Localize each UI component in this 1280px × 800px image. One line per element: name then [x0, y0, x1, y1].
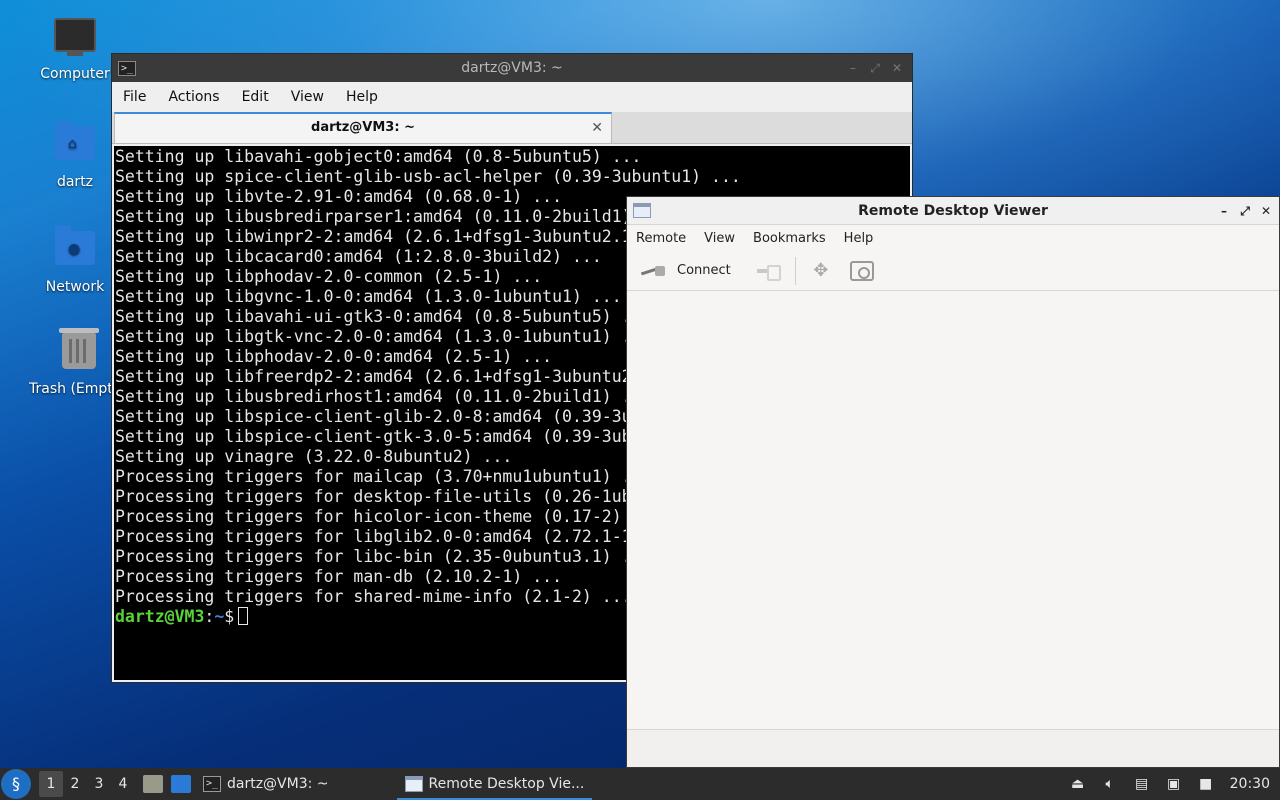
desktop-icon-label: dartz [56, 174, 94, 190]
network-folder-icon: ● [53, 226, 97, 273]
task-terminal[interactable]: >_ dartz@VM3: ~ [195, 768, 337, 800]
desktop-icon-label: Computer [40, 66, 110, 82]
menu-file[interactable]: File [112, 89, 157, 105]
desktop-icon-network[interactable]: ● Network [27, 226, 123, 295]
menu-edit[interactable]: Edit [231, 89, 280, 105]
menu-view[interactable]: View [695, 231, 744, 246]
status-bar [627, 729, 1279, 767]
system-tray: ⏏ 🔈︎ ▤ ▣ ■ 20:30 [1062, 768, 1280, 800]
maximize-button[interactable]: ⤢ [1236, 202, 1254, 220]
terminal-icon: >_ [118, 60, 136, 76]
camera-icon [849, 260, 874, 281]
move-arrows-icon: ✥ [813, 259, 829, 281]
menu-remote[interactable]: Remote [627, 231, 695, 246]
trash-icon [57, 328, 101, 375]
rdv-toolbar: Connect ✥ [627, 251, 1279, 291]
disconnect-icon [755, 263, 781, 281]
close-button[interactable]: ✕ [1257, 202, 1275, 220]
connect-label: Connect [677, 263, 731, 278]
close-button[interactable]: ✕ [888, 59, 906, 77]
window-title: Remote Desktop Viewer [858, 202, 1048, 219]
workspace-1[interactable]: 1 [39, 771, 63, 797]
eject-icon[interactable]: ⏏ [1068, 776, 1088, 792]
terminal-tabbar: dartz@VM3: ~ ✕ [112, 112, 912, 144]
home-folder-icon: ⌂ [53, 121, 97, 168]
disconnect-button[interactable] [751, 255, 785, 287]
screenshot-button[interactable] [846, 255, 878, 287]
window-title: dartz@VM3: ~ [461, 60, 563, 76]
toolbar-separator [794, 256, 796, 285]
desktop-icon-label: Network [45, 279, 105, 295]
remote-desktop-viewer-window: Remote Desktop Viewer – ⤢ ✕ Remote View … [626, 196, 1280, 768]
show-desktop-icon[interactable] [171, 775, 191, 793]
minimize-button[interactable]: – [844, 59, 862, 77]
task-remote-desktop-viewer[interactable]: Remote Desktop Vie... [396, 768, 593, 800]
menu-view[interactable]: View [280, 89, 335, 105]
window-app-icon [633, 203, 651, 218]
start-menu-button[interactable]: § [1, 769, 31, 799]
workspace-3[interactable]: 3 [87, 771, 111, 797]
desktop-icon-home[interactable]: ⌂ dartz [27, 121, 123, 190]
file-manager-icon[interactable] [143, 775, 163, 793]
task-label: dartz@VM3: ~ [227, 776, 329, 792]
plug-icon [641, 264, 667, 278]
workspace-4[interactable]: 4 [111, 771, 135, 797]
fullscreen-button[interactable]: ✥ [806, 255, 836, 287]
desktop-icon-label: Trash (Empty) [29, 381, 113, 397]
taskbar: § 1 2 3 4 >_ dartz@VM3: ~ Remote Desktop… [0, 768, 1280, 800]
workspace-2[interactable]: 2 [63, 771, 87, 797]
rdv-titlebar[interactable]: Remote Desktop Viewer – ⤢ ✕ [627, 197, 1279, 225]
terminal-line: Setting up spice-client-glib-usb-acl-hel… [115, 167, 741, 186]
tab-label: dartz@VM3: ~ [311, 120, 415, 135]
volume-icon[interactable]: 🔈︎ [1100, 776, 1120, 792]
terminal-line: Setting up libavahi-gobject0:amd64 (0.8-… [115, 147, 642, 166]
terminal-menubar: File Actions Edit View Help [112, 82, 912, 112]
clock[interactable]: 20:30 [1230, 776, 1270, 792]
rdv-menubar: Remote View Bookmarks Help [627, 225, 1279, 251]
computer-icon [53, 18, 97, 60]
connect-button[interactable]: Connect [637, 255, 735, 287]
maximize-button[interactable]: ⤢ [866, 59, 884, 77]
clipboard-icon[interactable]: ▤ [1132, 776, 1152, 792]
rdv-content-area [627, 293, 1279, 729]
task-label: Remote Desktop Vie... [428, 776, 585, 792]
menu-help[interactable]: Help [835, 231, 883, 246]
menu-bookmarks[interactable]: Bookmarks [744, 231, 835, 246]
text-cursor [238, 607, 249, 625]
update-notifier-icon[interactable]: ■ [1196, 776, 1216, 792]
minimize-button[interactable]: – [1215, 202, 1233, 220]
window-app-icon [404, 776, 423, 792]
terminal-tab[interactable]: dartz@VM3: ~ ✕ [114, 112, 612, 143]
terminal-titlebar[interactable]: >_ dartz@VM3: ~ – ⤢ ✕ [112, 54, 912, 82]
tab-close-icon[interactable]: ✕ [591, 114, 603, 142]
menu-actions[interactable]: Actions [157, 89, 230, 105]
desktop-icon-computer[interactable]: Computer [27, 18, 123, 82]
network-status-icon[interactable]: ▣ [1164, 776, 1184, 792]
menu-help[interactable]: Help [335, 89, 389, 105]
terminal-icon: >_ [203, 776, 221, 792]
